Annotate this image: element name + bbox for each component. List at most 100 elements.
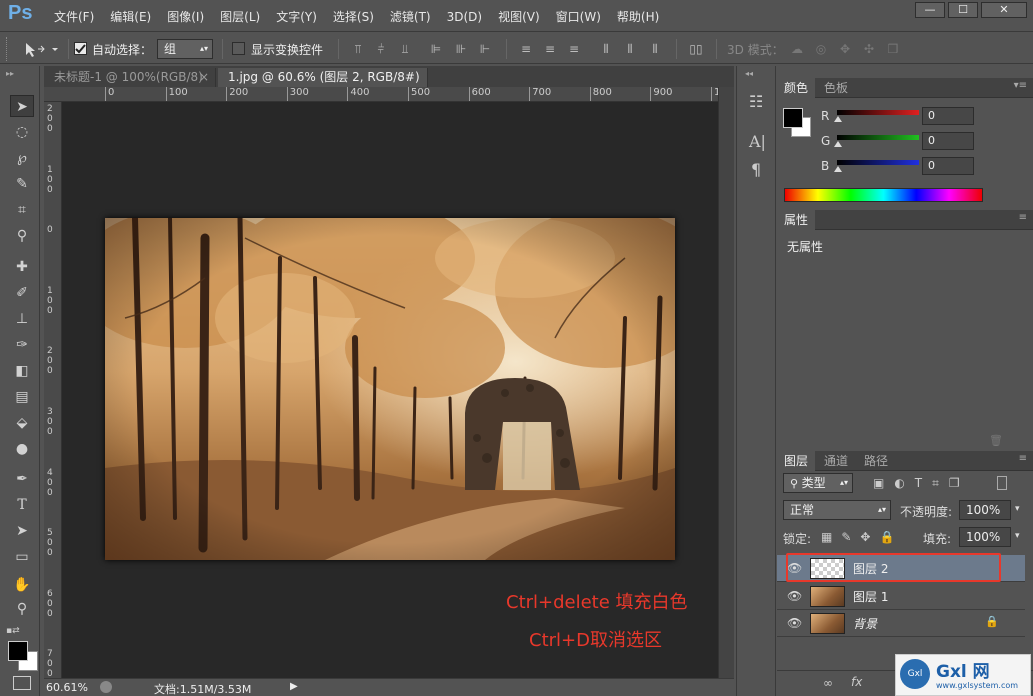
3d-roll-icon[interactable]: ◎ bbox=[813, 41, 829, 57]
tab-paths[interactable]: 路径 bbox=[857, 451, 895, 471]
foreground-color-swatch[interactable] bbox=[8, 641, 28, 661]
character-panel-icon[interactable]: A| bbox=[749, 132, 766, 151]
menu-view[interactable]: 视图(V) bbox=[490, 8, 548, 26]
distribute-hcenter-icon[interactable]: ⦀ bbox=[622, 41, 638, 57]
tab-channels[interactable]: 通道 bbox=[817, 451, 855, 471]
tab-swatches[interactable]: 色板 bbox=[817, 78, 855, 98]
dropdown-arrow-icon[interactable]: ▾ bbox=[1015, 531, 1020, 541]
menu-3d[interactable]: 3D(D) bbox=[439, 8, 490, 26]
trash-icon[interactable]: 🗑 bbox=[989, 434, 1003, 447]
menu-layer[interactable]: 图层(L) bbox=[212, 8, 268, 26]
move-tool-icon[interactable]: ➤ bbox=[10, 95, 34, 117]
tab-untitled[interactable]: 未标题-1 @ 100%(RGB/8) × bbox=[44, 68, 216, 87]
layer-filter-icons[interactable]: ▣◐T⌗❐ bbox=[873, 476, 970, 491]
align-bottom-icon[interactable]: ⫫ bbox=[397, 41, 413, 57]
history-panel-icon[interactable]: ☷ bbox=[749, 92, 763, 111]
r-value-input[interactable]: 0 bbox=[922, 107, 974, 125]
b-slider-track[interactable] bbox=[834, 160, 919, 172]
crop-tool-icon[interactable]: ⌗ bbox=[10, 199, 34, 221]
marquee-tool-icon[interactable]: ◌ bbox=[10, 121, 34, 143]
r-slider-track[interactable] bbox=[834, 110, 919, 122]
fg-color-swatch[interactable] bbox=[783, 108, 803, 128]
minimize-button[interactable]: — bbox=[915, 2, 945, 18]
layer-row-layer1[interactable]: 👁 图层 1 bbox=[777, 583, 1025, 610]
lasso-tool-icon[interactable]: ℘ bbox=[10, 147, 34, 169]
slider-pointer-icon[interactable] bbox=[834, 141, 842, 147]
menu-help[interactable]: 帮助(H) bbox=[609, 8, 667, 26]
b-value-input[interactable]: 0 bbox=[922, 157, 974, 175]
dodge-tool-icon[interactable]: ● bbox=[10, 438, 34, 460]
stamp-tool-icon[interactable]: ⊥ bbox=[10, 308, 34, 330]
fx-icon[interactable]: fx bbox=[851, 675, 862, 689]
align-hcenter-icon[interactable]: ⊪ bbox=[453, 41, 469, 57]
auto-select-checkbox[interactable] bbox=[74, 42, 87, 55]
healing-tool-icon[interactable]: ✚ bbox=[10, 256, 34, 278]
show-transform-checkbox[interactable] bbox=[232, 42, 245, 55]
menu-edit[interactable]: 编辑(E) bbox=[102, 8, 159, 26]
link-layers-icon[interactable]: ∞ bbox=[823, 676, 833, 690]
pen-tool-icon[interactable]: ✒ bbox=[10, 468, 34, 490]
distribute-right-icon[interactable]: ⦀ bbox=[647, 41, 663, 57]
tab-color[interactable]: 颜色 bbox=[777, 78, 816, 98]
opacity-input[interactable]: 100% bbox=[959, 500, 1011, 520]
blend-mode-dropdown[interactable]: 正常 ▴▾ bbox=[783, 500, 891, 520]
align-vcenter-icon[interactable]: ⫩ bbox=[373, 41, 389, 57]
filter-toggle[interactable] bbox=[997, 476, 1007, 490]
tab-layers[interactable]: 图层 bbox=[777, 451, 816, 471]
align-right-icon[interactable]: ⊩ bbox=[477, 41, 493, 57]
zoom-tool-icon[interactable]: ⚲ bbox=[10, 598, 34, 620]
align-top-icon[interactable]: ⫪ bbox=[350, 41, 366, 57]
layer-name[interactable]: 图层 1 bbox=[853, 588, 888, 605]
status-menu-arrow-icon[interactable]: ▶ bbox=[290, 681, 298, 692]
history-brush-icon[interactable]: ✑ bbox=[10, 334, 34, 356]
3d-pan-icon[interactable]: ✥ bbox=[837, 41, 853, 57]
menu-file[interactable]: 文件(F) bbox=[46, 8, 102, 26]
align-left-icon[interactable]: ⊫ bbox=[428, 41, 444, 57]
quick-select-tool-icon[interactable]: ✎ bbox=[10, 173, 34, 195]
dropdown-arrow-icon[interactable]: ▾ bbox=[1015, 504, 1020, 514]
maximize-button[interactable]: ☐ bbox=[948, 2, 978, 18]
distribute-bottom-icon[interactable]: ≡ bbox=[566, 41, 582, 57]
eye-icon[interactable]: 👁 bbox=[787, 589, 802, 603]
panel-menu-icon[interactable]: ▾≡ bbox=[1014, 80, 1027, 91]
blur-tool-icon[interactable]: ⬙ bbox=[10, 412, 34, 434]
lock-icons[interactable]: ▦✎✥🔒 bbox=[821, 530, 903, 544]
status-info-icon[interactable] bbox=[100, 681, 112, 693]
eye-icon[interactable]: 👁 bbox=[787, 616, 802, 630]
close-icon[interactable]: × bbox=[199, 68, 209, 87]
type-tool-icon[interactable]: T bbox=[10, 494, 34, 516]
menu-select[interactable]: 选择(S) bbox=[325, 8, 382, 26]
zoom-level[interactable]: 60.61% bbox=[46, 681, 88, 694]
paragraph-panel-icon[interactable]: ¶ bbox=[751, 160, 761, 179]
slider-pointer-icon[interactable] bbox=[834, 116, 842, 122]
g-slider-track[interactable] bbox=[834, 135, 919, 147]
fill-input[interactable]: 100% bbox=[959, 527, 1011, 547]
g-value-input[interactable]: 0 bbox=[922, 132, 974, 150]
distribute-vcenter-icon[interactable]: ≡ bbox=[542, 41, 558, 57]
vertical-scrollbar[interactable] bbox=[718, 87, 734, 678]
layer-row-background[interactable]: 👁 背景 🔒 bbox=[777, 610, 1025, 637]
brush-tool-icon[interactable]: ✐ bbox=[10, 282, 34, 304]
distribute-left-icon[interactable]: ⦀ bbox=[598, 41, 614, 57]
move-tool-preset[interactable] bbox=[22, 39, 62, 59]
panel-menu-icon[interactable]: ≡ bbox=[1019, 453, 1027, 464]
slider-pointer-icon[interactable] bbox=[834, 166, 842, 172]
menu-window[interactable]: 窗口(W) bbox=[548, 8, 609, 26]
quick-mask-icon[interactable] bbox=[13, 676, 31, 690]
path-select-tool-icon[interactable]: ➤ bbox=[10, 520, 34, 542]
auto-align-icon[interactable]: ▯▯ bbox=[688, 41, 704, 57]
menu-filter[interactable]: 滤镜(T) bbox=[382, 8, 439, 26]
auto-select-dropdown[interactable]: 组 ▴▾ bbox=[157, 39, 213, 59]
layer-filter-dropdown[interactable]: ⚲ 类型 ▴▾ bbox=[783, 473, 853, 493]
3d-orbit-icon[interactable]: ☁ bbox=[789, 41, 805, 57]
canvas-image[interactable] bbox=[105, 218, 675, 560]
eyedropper-tool-icon[interactable]: ⚲ bbox=[10, 225, 34, 247]
menu-type[interactable]: 文字(Y) bbox=[268, 8, 325, 26]
gradient-tool-icon[interactable]: ▤ bbox=[10, 386, 34, 408]
collapse-icon[interactable]: ▸▸ bbox=[6, 69, 14, 78]
3d-slide-icon[interactable]: ✣ bbox=[861, 41, 877, 57]
close-button[interactable]: ✕ bbox=[981, 2, 1027, 18]
menu-image[interactable]: 图像(I) bbox=[159, 8, 212, 26]
layer-name[interactable]: 背景 bbox=[853, 615, 877, 632]
expand-icon[interactable]: ◂◂ bbox=[745, 69, 753, 78]
